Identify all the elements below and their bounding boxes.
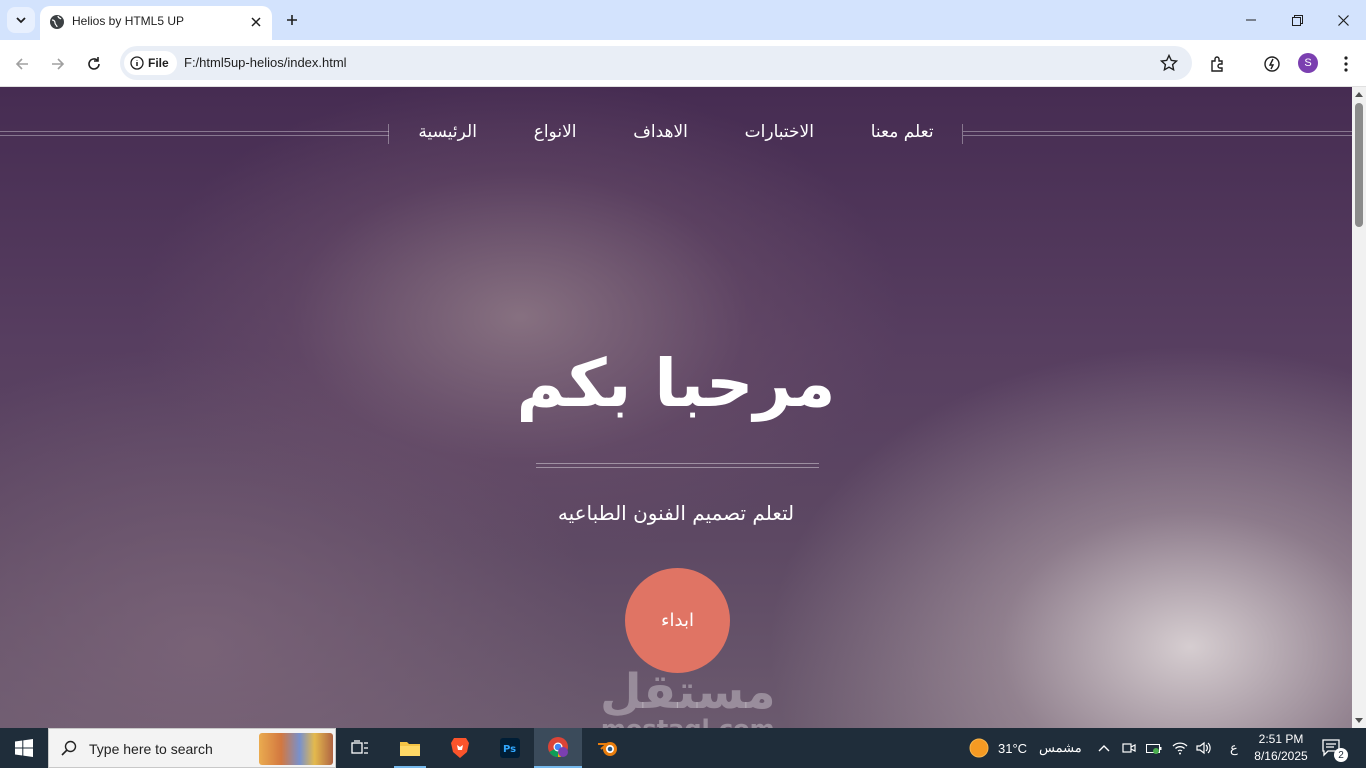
- notification-count-badge: 2: [1334, 748, 1348, 762]
- restore-icon: [1291, 14, 1303, 26]
- menu-kebab-icon[interactable]: [1334, 52, 1358, 76]
- reload-icon: [88, 57, 100, 70]
- minimize-button[interactable]: [1228, 6, 1274, 34]
- arrow-right-icon: [52, 58, 65, 70]
- nav-item-goals[interactable]: الاهداف: [633, 122, 688, 142]
- chevron-up-icon[interactable]: [1098, 744, 1110, 752]
- browser-tabstrip: Helios by HTML5 UP: [0, 0, 1366, 40]
- file-explorer-button[interactable]: [386, 728, 434, 768]
- search-highlight-image: [259, 733, 333, 765]
- bookmark-star-icon[interactable]: [1160, 54, 1178, 72]
- nav-divider-right: [963, 131, 1352, 136]
- notification-center[interactable]: 2: [1322, 728, 1348, 768]
- url-scheme-label: File: [148, 56, 169, 70]
- taskbar-search-box[interactable]: Type here to search: [48, 728, 336, 768]
- url-text[interactable]: F:/html5up-helios/index.html: [184, 55, 347, 70]
- chevron-down-icon: [16, 17, 26, 24]
- clock-date: 8/16/2025: [1254, 749, 1308, 763]
- minimize-icon: [1246, 19, 1256, 21]
- close-window-button[interactable]: [1320, 6, 1366, 34]
- info-icon: [130, 56, 144, 70]
- reload-button[interactable]: [80, 50, 108, 78]
- extensions-icon[interactable]: [1206, 52, 1230, 76]
- start-button-windows[interactable]: [0, 728, 48, 768]
- nav-divider-left: [0, 131, 389, 136]
- input-language[interactable]: ع: [1230, 740, 1238, 756]
- arrow-left-icon: [15, 58, 28, 70]
- watermark-arabic: مستقل: [600, 664, 776, 720]
- brave-lion-icon: [451, 738, 469, 758]
- nav-item-types[interactable]: الانواع: [534, 122, 577, 142]
- nav-divider-cap-right: [962, 124, 963, 144]
- brave-browser-button[interactable]: [436, 728, 484, 768]
- search-placeholder: Type here to search: [89, 741, 213, 757]
- address-bar[interactable]: File F:/html5up-helios/index.html: [120, 46, 1192, 80]
- globe-icon: [50, 15, 64, 29]
- scroll-down-icon[interactable]: [1355, 718, 1363, 724]
- folder-icon: [400, 742, 420, 756]
- page-scrollbar[interactable]: [1352, 87, 1366, 728]
- clock-time: 2:51 PM: [1258, 732, 1304, 746]
- task-view-button[interactable]: [336, 728, 384, 768]
- photoshop-button[interactable]: Ps: [486, 728, 534, 768]
- page-viewport: تعلم معنا الاختبارات الاهداف الانواع الر…: [0, 87, 1352, 728]
- windows-taskbar: Type here to search Ps 31°C مشمس ع 2:51 …: [0, 728, 1366, 768]
- browser-tab[interactable]: Helios by HTML5 UP: [40, 6, 272, 40]
- nav-item-tests[interactable]: الاختبارات: [745, 122, 814, 142]
- scroll-up-icon[interactable]: [1355, 91, 1363, 97]
- weather-desc: مشمس: [1039, 740, 1082, 755]
- battery-icon[interactable]: [1146, 742, 1162, 754]
- browser-toolbar: File F:/html5up-helios/index.html: [0, 40, 1366, 87]
- close-icon: [1337, 14, 1349, 26]
- system-tray: ع: [1098, 728, 1238, 768]
- restore-button[interactable]: [1274, 6, 1320, 34]
- search-icon: [61, 740, 77, 756]
- weather-widget[interactable]: 31°C مشمس: [968, 728, 1082, 768]
- site-info-chip[interactable]: File: [124, 51, 177, 75]
- hero-title: مرحبا بكم: [516, 345, 836, 422]
- blender-button[interactable]: [584, 728, 632, 768]
- nav-item-learn[interactable]: تعلم معنا: [871, 122, 934, 142]
- meet-now-icon[interactable]: [1122, 741, 1136, 755]
- taskbar-clock[interactable]: 2:51 PM 8/16/2025: [1248, 731, 1314, 765]
- forward-button[interactable]: [44, 50, 72, 78]
- plus-icon: [287, 15, 297, 25]
- performance-icon[interactable]: [1260, 52, 1284, 76]
- nav-item-home[interactable]: الرئيسية: [418, 122, 477, 142]
- hero-subtitle: لتعلم تصميم الفنون الطباعيه: [557, 501, 795, 525]
- profile-avatar[interactable]: S: [1298, 53, 1318, 73]
- nav-divider-cap-left: [388, 124, 389, 144]
- sun-icon: [969, 738, 989, 758]
- chrome-icon: [548, 737, 568, 758]
- photoshop-icon: Ps: [500, 738, 520, 758]
- volume-icon[interactable]: [1196, 741, 1212, 755]
- watermark: مستقل mostaql.com: [600, 667, 776, 728]
- weather-temp: 31°C: [998, 740, 1028, 756]
- svg-text:Ps: Ps: [503, 744, 516, 755]
- tab-close-icon[interactable]: [248, 14, 264, 30]
- wifi-icon[interactable]: [1172, 741, 1188, 755]
- windows-logo-icon: [15, 739, 33, 757]
- watermark-latin: mostaql.com: [600, 717, 776, 728]
- back-button[interactable]: [8, 50, 36, 78]
- hero-divider: [536, 463, 819, 468]
- scrollbar-thumb[interactable]: [1355, 103, 1363, 227]
- start-button[interactable]: ابداء: [625, 568, 730, 673]
- new-tab-button[interactable]: [282, 10, 302, 30]
- tab-title: Helios by HTML5 UP: [72, 14, 185, 28]
- chrome-button[interactable]: [534, 728, 582, 768]
- blender-icon: [598, 742, 617, 756]
- tab-search-button[interactable]: [7, 7, 35, 33]
- task-view-icon: [351, 740, 368, 754]
- site-nav: تعلم معنا الاختبارات الاهداف الانواع الر…: [390, 120, 962, 144]
